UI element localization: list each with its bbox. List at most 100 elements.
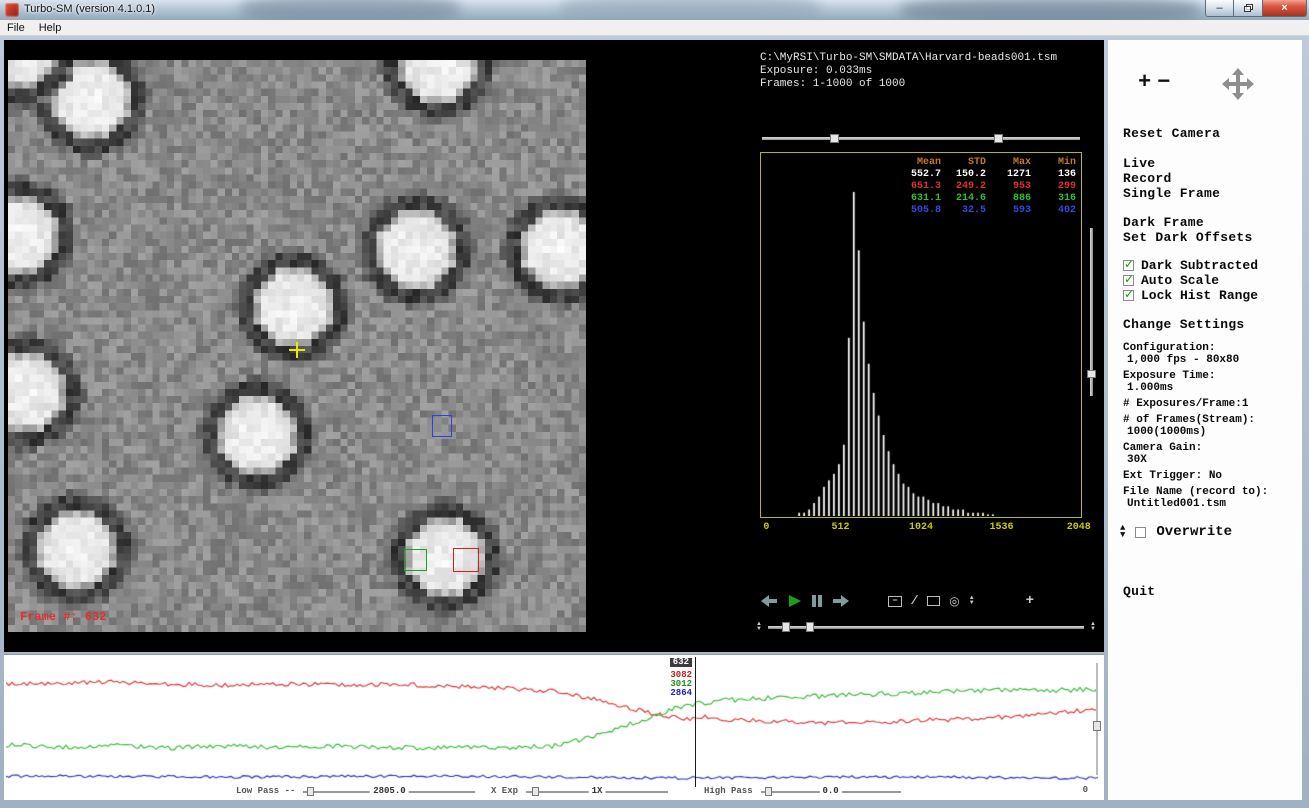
zoom-out-button[interactable]: − <box>1157 70 1176 95</box>
menu-help[interactable]: Help <box>32 21 69 35</box>
trace-cursor-line[interactable] <box>695 657 696 787</box>
range-handle-high[interactable] <box>994 134 1003 143</box>
scrub-handle-a[interactable] <box>782 622 790 632</box>
line-tool-icon[interactable]: / <box>910 594 919 608</box>
checkbox-label: Auto Scale <box>1141 273 1219 288</box>
cursor-values: 308230122864 <box>564 671 692 698</box>
reset-camera-button[interactable]: Reset Camera <box>1123 126 1220 141</box>
frames-info: Frames: 1-1000 of 1000 <box>760 78 1057 91</box>
roi-box-blue[interactable] <box>432 415 452 437</box>
x-exp-label: X Exp <box>491 786 518 796</box>
file-number-spinner[interactable]: ▲▼ <box>1120 525 1125 539</box>
minimize-icon: – <box>1216 2 1222 14</box>
circle-tool-icon[interactable]: ◎ <box>949 594 959 608</box>
trace-panel: 632 308230122864 Low Pass -- 2805.0 X Ex… <box>4 654 1104 800</box>
checkbox-box[interactable]: ✓ <box>1123 260 1134 271</box>
quit-button[interactable]: Quit <box>1123 584 1155 599</box>
trace-plot[interactable] <box>6 657 1098 785</box>
checkbox-label: Lock Hist Range <box>1141 288 1258 303</box>
setting-value: 1.000ms <box>1123 382 1295 394</box>
file-info: C:\MyRSI\Turbo-SM\SMDATA\Harvard-beads00… <box>760 52 1057 91</box>
high-pass-label: High Pass <box>704 786 753 796</box>
range-handle-low[interactable] <box>830 134 839 143</box>
high-pass-handle[interactable] <box>765 787 772 796</box>
histogram-vertical-slider[interactable] <box>1087 228 1096 396</box>
single-frame-button[interactable]: Single Frame <box>1123 186 1220 201</box>
crosshair-marker[interactable] <box>289 342 305 358</box>
stats-row: 505.832.5593402 <box>896 205 1076 217</box>
close-icon: × <box>1281 2 1287 14</box>
file-path: C:\MyRSI\Turbo-SM\SMDATA\Harvard-beads00… <box>760 52 1057 65</box>
checkbox-box[interactable]: ✓ <box>1123 290 1134 301</box>
play-button[interactable] <box>787 594 802 608</box>
low-pass-slider[interactable]: 2805.0 <box>303 785 475 797</box>
x-exp-slider[interactable]: 1X <box>526 785 668 797</box>
low-pass-handle[interactable] <box>307 787 314 796</box>
setting-label: Ext Trigger: No <box>1123 470 1295 482</box>
x-exp-handle[interactable] <box>532 787 539 796</box>
restore-button[interactable] <box>1234 0 1262 17</box>
playback-controls <box>760 592 850 610</box>
cursor-frame-label: 632 <box>670 658 692 667</box>
axis-tick-label: 0 <box>763 522 769 533</box>
setting-label: Exposure Time: <box>1123 370 1295 382</box>
scrub-left-spinner[interactable]: ▲▼ <box>756 622 762 632</box>
down-arrow-icon: ▼ <box>969 601 975 606</box>
checkbox-lock-hist-range[interactable]: ✓ Lock Hist Range <box>1123 288 1258 303</box>
setting-value: 1000(1000ms) <box>1123 426 1295 438</box>
x-exp-control: X Exp 1X <box>491 784 668 798</box>
roi-box-green[interactable] <box>404 549 427 571</box>
restore-icon <box>1244 4 1253 12</box>
roi-box-red[interactable] <box>453 548 479 572</box>
trace-vslider-handle[interactable] <box>1093 721 1101 731</box>
trace-vertical-slider[interactable] <box>1093 663 1101 775</box>
step-back-button[interactable] <box>760 594 778 608</box>
down-arrow-icon: ▼ <box>1090 627 1096 632</box>
axis-tick-label: 1536 <box>989 522 1013 533</box>
minus-glyph: − <box>892 596 897 606</box>
live-button[interactable]: Live <box>1123 156 1155 171</box>
scrub-handle-b[interactable] <box>806 622 814 632</box>
high-pass-control: High Pass 0.0 <box>704 784 901 798</box>
record-button[interactable]: Record <box>1123 171 1172 186</box>
set-dark-offsets-button[interactable]: Set Dark Offsets <box>1123 230 1253 245</box>
minimize-button[interactable]: – <box>1205 0 1234 17</box>
window-controls: – × <box>1205 0 1307 17</box>
histogram-range-slider[interactable] <box>762 133 1080 144</box>
frame-scrub-slider[interactable] <box>768 621 1084 633</box>
zoom-out-tool-icon[interactable]: − <box>888 596 902 607</box>
histogram-panel[interactable]: MeanSTDMaxMin552.7150.21271136651.3249.2… <box>760 152 1082 518</box>
overwrite-checkbox[interactable] <box>1135 527 1146 538</box>
setting-value: 1,000 fps - 80x80 <box>1123 354 1295 366</box>
change-settings-button[interactable]: Change Settings <box>1123 317 1245 332</box>
step-forward-button[interactable] <box>832 594 850 608</box>
high-pass-slider[interactable]: 0.0 <box>761 785 901 797</box>
plus-tool-icon[interactable]: + <box>1026 593 1034 609</box>
zoom-in-button[interactable]: + <box>1138 70 1157 95</box>
scrub-right-spinner[interactable]: ▲▼ <box>1090 622 1096 632</box>
high-pass-value: 0.0 <box>820 786 842 796</box>
tool-icons: − / ◎ ▲▼ + <box>888 593 1034 609</box>
exposure-info: Exposure: 0.033ms <box>760 65 1057 78</box>
check-icon: ✓ <box>1124 257 1134 271</box>
x-exp-value: 1X <box>589 786 606 796</box>
rect-tool-icon[interactable] <box>927 596 940 606</box>
pan-icon[interactable] <box>1220 66 1256 102</box>
checkbox-auto-scale[interactable]: ✓ Auto Scale <box>1123 273 1258 288</box>
down-arrow-icon: ▼ <box>1120 532 1125 539</box>
pause-button[interactable] <box>811 594 823 608</box>
menu-file[interactable]: File <box>0 21 32 35</box>
down-arrow-icon: ▼ <box>756 627 762 632</box>
setting-label: Camera Gain: <box>1123 442 1295 454</box>
app-icon <box>5 3 19 17</box>
vertical-slider-handle[interactable] <box>1087 370 1096 378</box>
dark-frame-button[interactable]: Dark Frame <box>1123 215 1204 230</box>
checkbox-box[interactable]: ✓ <box>1123 275 1134 286</box>
settings-list: Configuration:1,000 fps - 80x80Exposure … <box>1123 338 1295 510</box>
checkbox-dark-subtracted[interactable]: ✓Dark Subtracted <box>1123 258 1258 273</box>
titlebar[interactable]: Turbo-SM (version 4.1.0.1) – × <box>0 0 1309 20</box>
close-button[interactable]: × <box>1262 0 1307 17</box>
cursor-series-value: 2864 <box>564 689 692 698</box>
frame-scrub-row: ▲▼ ▲▼ <box>756 620 1096 634</box>
tool-spinner[interactable]: ▲▼ <box>969 596 975 606</box>
